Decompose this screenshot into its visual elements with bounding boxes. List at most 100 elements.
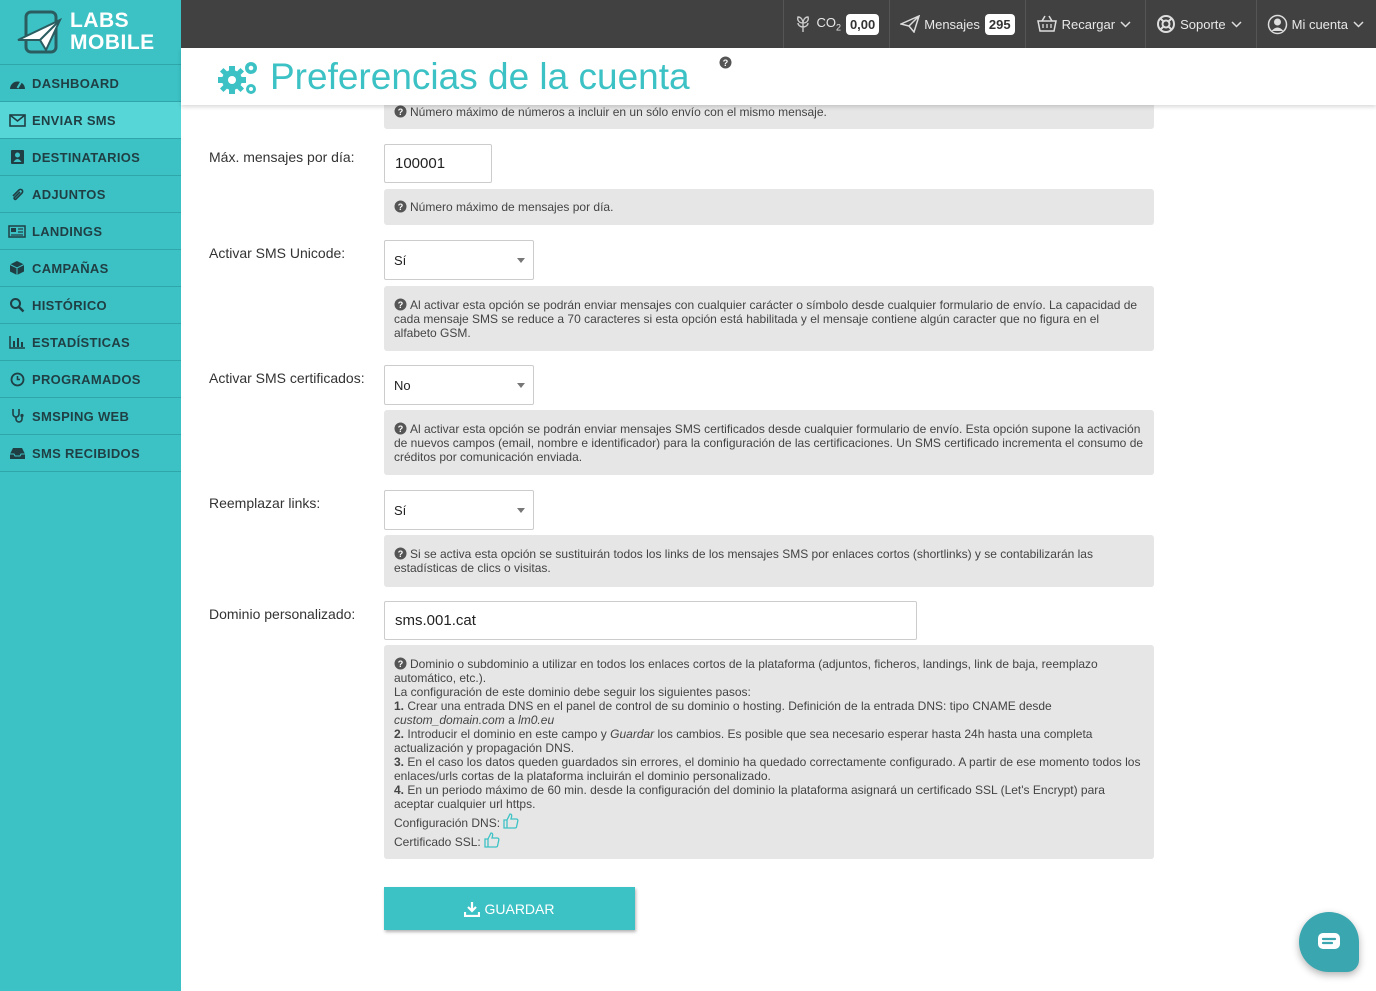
sidebar-item-landings[interactable]: LANDINGS — [0, 213, 181, 250]
lifebuoy-icon — [1157, 15, 1176, 33]
domain-step-3: 3. En el caso los datos queden guardados… — [394, 755, 1144, 783]
sidebar: LABS MOBILE DASHBOARD ENVIAR SMS DESTINA… — [0, 0, 181, 991]
svg-text:?: ? — [398, 659, 404, 669]
page-header: Preferencias de la cuenta ? — [181, 48, 1376, 105]
step-number: 2. — [394, 727, 405, 741]
user-circle-icon — [1267, 14, 1287, 34]
help-icon[interactable]: ? — [719, 56, 732, 69]
thumbs-up-icon — [503, 813, 519, 829]
brand-line1: LABS — [70, 9, 130, 32]
top-bar: CO2 0,00 Mensajes 295 Recargar Soporte M… — [181, 0, 1376, 48]
max-per-day-label: Máx. mensajes por día: — [209, 149, 355, 165]
sidebar-item-destinatarios[interactable]: DESTINATARIOS — [0, 139, 181, 176]
unicode-help: ? Al activar esta opción se podrán enviar… — [384, 286, 1154, 351]
help-icon: ? — [394, 105, 407, 118]
step-number: 1. — [394, 699, 405, 713]
step-connector: a — [508, 713, 515, 727]
save-button[interactable]: GUARDAR — [384, 887, 635, 930]
sidebar-item-programados[interactable]: PROGRAMADOS — [0, 361, 181, 398]
domain-help-intro: ? Dominio o subdominio a utilizar en todo… — [394, 657, 1144, 685]
help-text: Número máximo de mensajes por día. — [410, 200, 614, 214]
help-text: Al activar esta opción se podrán enviar … — [394, 298, 1138, 340]
sidebar-item-label: ADJUNTOS — [32, 186, 106, 202]
support-menu[interactable]: Soporte — [1145, 0, 1256, 48]
sidebar-item-campanas[interactable]: CAMPAÑAS — [0, 250, 181, 287]
sidebar-item-dashboard[interactable]: DASHBOARD — [0, 65, 181, 102]
domain-help: ? Dominio o subdominio a utilizar en todo… — [384, 645, 1154, 859]
paperclip-icon — [8, 185, 26, 203]
chat-widget-button[interactable] — [1299, 912, 1359, 972]
help-icon: ? — [394, 298, 407, 311]
step-text: En el caso los datos queden guardados si… — [394, 755, 1141, 783]
sidebar-item-label: SMSPING WEB — [32, 408, 130, 424]
domain-step-4: 4. En un periodo máximo de 60 min. desde… — [394, 783, 1144, 811]
unicode-select-value: Sí — [394, 252, 407, 268]
recharge-menu[interactable]: Recargar — [1024, 0, 1145, 48]
step-emphasis: Guardar — [610, 727, 655, 741]
help-text: Al activar esta opción se podrán enviar … — [394, 422, 1144, 464]
certified-select[interactable]: No — [384, 365, 534, 405]
brand-name: LABS MOBILE — [70, 10, 155, 54]
certified-help: ? Al activar esta opción se podrán enviar… — [384, 410, 1154, 475]
account-menu[interactable]: Mi cuenta — [1255, 0, 1376, 48]
links-select[interactable]: Sí — [384, 490, 534, 530]
sidebar-item-sms-recibidos[interactable]: SMS RECIBIDOS — [0, 435, 181, 472]
ssl-status-label: Certificado SSL: — [394, 835, 481, 849]
main-content: ? Número máximo de números a incluir en u… — [181, 97, 1376, 991]
co2-subscript: 2 — [835, 22, 841, 33]
messages-label: Mensajes — [924, 16, 980, 32]
sidebar-item-label: DASHBOARD — [32, 75, 120, 91]
svg-text:?: ? — [723, 58, 729, 68]
certified-select-value: No — [394, 377, 411, 393]
step-cname-to: lm0.eu — [518, 713, 555, 727]
clock-icon — [8, 370, 26, 388]
co2-indicator[interactable]: CO2 0,00 — [783, 0, 889, 48]
gears-icon — [218, 62, 257, 94]
domain-input[interactable]: sms.001.cat — [384, 601, 917, 640]
chat-bubble-icon — [1318, 933, 1340, 949]
sidebar-item-label: HISTÓRICO — [32, 297, 107, 313]
account-label: Mi cuenta — [1291, 16, 1348, 32]
svg-text:?: ? — [398, 107, 404, 117]
bar-chart-icon — [8, 333, 26, 351]
svg-text:?: ? — [398, 549, 404, 559]
co2-label: CO2 — [816, 15, 841, 33]
links-help: ? Si se activa esta opción se sustituirán… — [384, 535, 1154, 587]
step-text: En un periodo máximo de 60 min. desde la… — [394, 783, 1105, 811]
help-icon: ? — [394, 657, 407, 670]
sidebar-item-historico[interactable]: HISTÓRICO — [0, 287, 181, 324]
sidebar-item-estadisticas[interactable]: ESTADÍSTICAS — [0, 324, 181, 361]
caret-down-icon — [517, 508, 525, 513]
max-per-day-help: ? Número máximo de mensajes por día. — [384, 189, 1154, 225]
sidebar-item-label: ESTADÍSTICAS — [32, 334, 130, 350]
brand-logo[interactable]: LABS MOBILE — [0, 0, 181, 65]
links-label: Reemplazar links: — [209, 495, 321, 511]
step-text: Introducir el dominio en este campo y — [407, 727, 607, 741]
sidebar-item-adjuntos[interactable]: ADJUNTOS — [0, 176, 181, 213]
download-icon — [464, 901, 481, 917]
help-icon: ? — [394, 200, 407, 213]
unicode-select[interactable]: Sí — [384, 240, 534, 280]
dns-status-label: Configuración DNS: — [394, 816, 501, 830]
chevron-down-icon — [1120, 20, 1131, 28]
support-label: Soporte — [1180, 16, 1226, 32]
envelope-icon — [8, 111, 26, 129]
sidebar-item-label: LANDINGS — [32, 223, 103, 239]
max-per-day-input[interactable]: 100001 — [384, 144, 492, 183]
sidebar-item-label: DESTINATARIOS — [32, 149, 141, 165]
step-number: 3. — [394, 755, 405, 769]
help-text: Dominio o subdominio a utilizar en todos… — [394, 657, 1098, 685]
help-text: Número máximo de números a incluir en un… — [410, 105, 827, 119]
thumbs-up-icon — [484, 832, 500, 848]
step-cname-from: custom_domain.com — [394, 713, 505, 727]
caret-down-icon — [517, 258, 525, 263]
inbox-icon — [8, 444, 26, 462]
sidebar-item-smsping-web[interactable]: SMSPING WEB — [0, 398, 181, 435]
contacts-icon — [8, 148, 26, 166]
messages-badge: 295 — [984, 13, 1015, 35]
sidebar-item-enviar-sms[interactable]: ENVIAR SMS — [0, 102, 181, 139]
search-icon — [8, 296, 26, 314]
svg-text:?: ? — [398, 202, 404, 212]
sidebar-nav: DASHBOARD ENVIAR SMS DESTINATARIOS ADJUN… — [0, 65, 181, 472]
messages-indicator[interactable]: Mensajes 295 — [889, 0, 1024, 48]
